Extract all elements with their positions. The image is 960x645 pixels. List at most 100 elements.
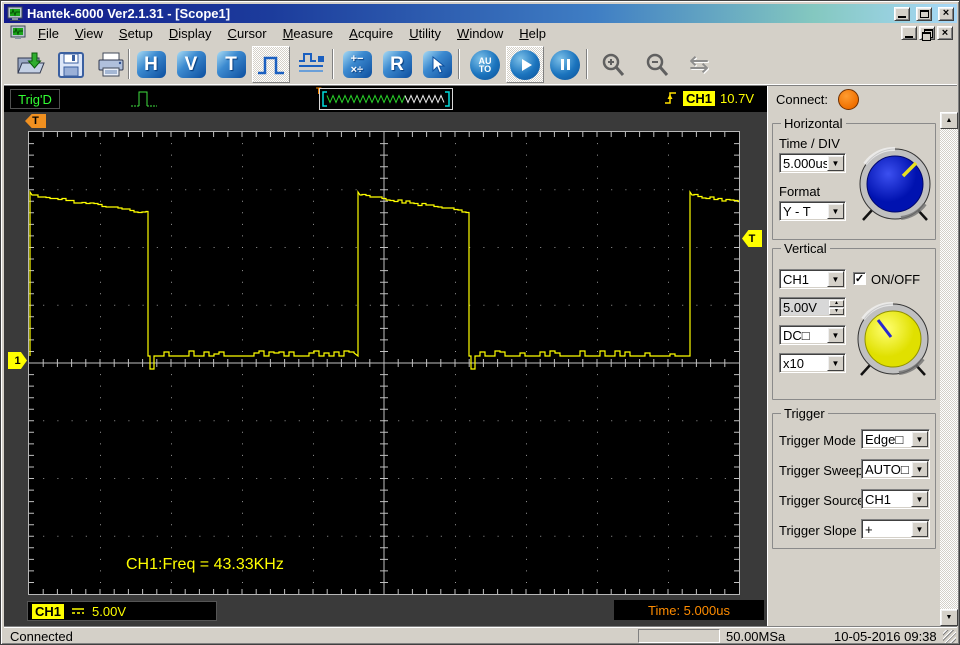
- volts-div-stepper[interactable]: 5.00V ▲▼: [779, 297, 846, 317]
- trigger-level-marker[interactable]: T: [742, 230, 762, 247]
- connect-label: Connect:: [776, 92, 828, 107]
- toolbar-separator: [586, 49, 588, 79]
- panel-scrollbar[interactable]: ▲ ▼: [940, 112, 958, 626]
- chevron-down-icon[interactable]: ▼: [911, 491, 928, 507]
- chevron-down-icon[interactable]: ▼: [827, 155, 844, 171]
- menu-measure[interactable]: Measure: [275, 24, 342, 43]
- trig-status-text: Trig'D: [18, 92, 52, 107]
- reference-button[interactable]: R: [378, 46, 416, 83]
- open-button[interactable]: [12, 46, 50, 83]
- math-icon: +−×÷: [343, 51, 372, 78]
- sample-rate: 50.00MSa: [726, 629, 785, 644]
- trigger-type-pulse-icon: [130, 88, 170, 110]
- mdi-restore-button[interactable]: [919, 26, 935, 40]
- menu-window[interactable]: Window: [449, 24, 511, 43]
- trig-status-box: Trig'D: [10, 89, 60, 109]
- resize-grip[interactable]: [943, 630, 956, 643]
- format-label: Format: [779, 184, 820, 199]
- trigger-level-value: 10.7V: [720, 91, 754, 106]
- probe-select[interactable]: x10 ▼: [779, 353, 846, 373]
- pause-button[interactable]: [546, 46, 584, 83]
- autoset-button[interactable]: AUTO: [466, 46, 504, 83]
- menu-acquire[interactable]: Acquire: [341, 24, 401, 43]
- timebase-readout: Time: 5.000us: [614, 600, 764, 620]
- zoom-out-button[interactable]: [638, 46, 676, 83]
- menu-utility[interactable]: Utility: [401, 24, 449, 43]
- menu-setup[interactable]: Setup: [111, 24, 161, 43]
- waveform-preview[interactable]: [319, 88, 453, 110]
- trigger-source-badge: CH1: [683, 91, 715, 106]
- title-bar: Hantek-6000 Ver2.1.31 - [Scope1] ×: [4, 4, 957, 23]
- toolbar-separator: [458, 49, 460, 79]
- mdi-close-button[interactable]: ×: [937, 26, 953, 40]
- multi-waveform-button[interactable]: [292, 46, 330, 83]
- trigger-source-select[interactable]: CH1 ▼: [861, 489, 930, 509]
- chevron-down-icon[interactable]: ▼: [911, 431, 928, 447]
- scroll-up-icon[interactable]: ▲: [940, 112, 958, 129]
- maximize-button[interactable]: [916, 7, 932, 21]
- chevron-down-icon[interactable]: ▼: [827, 327, 844, 343]
- menu-help[interactable]: Help: [511, 24, 554, 43]
- mdi-minimize-button[interactable]: [901, 26, 917, 40]
- horizontal-panel-button[interactable]: H: [132, 46, 170, 83]
- waveform-mode-button[interactable]: [252, 46, 290, 83]
- run-button[interactable]: [506, 46, 544, 83]
- auto-icon: AUTO: [470, 50, 500, 80]
- scope-grid: CH1:Freq = 43.33KHz: [28, 131, 740, 595]
- spin-down-icon[interactable]: ▼: [829, 308, 844, 315]
- scroll-down-icon[interactable]: ▼: [940, 609, 958, 626]
- chevron-down-icon[interactable]: ▼: [911, 521, 928, 537]
- chevron-down-icon[interactable]: ▼: [827, 355, 844, 371]
- trigger-panel-button[interactable]: T: [212, 46, 250, 83]
- channel-onoff-checkbox[interactable]: ✓: [853, 272, 866, 285]
- trigger-sweep-select[interactable]: AUTO□ ▼: [861, 459, 930, 479]
- datetime: 10-05-2016 09:38: [834, 629, 937, 644]
- trigger-readout: CH1 10.7V: [664, 89, 754, 107]
- cursor-measure-button[interactable]: [418, 46, 456, 83]
- mdi-child-icon[interactable]: [10, 25, 26, 41]
- multi-trace-icon: [296, 52, 326, 78]
- chevron-down-icon[interactable]: ▼: [827, 271, 844, 287]
- zoom-in-button[interactable]: [594, 46, 632, 83]
- chevron-down-icon[interactable]: ▼: [911, 461, 928, 477]
- coupling-select[interactable]: DC□ ▼: [779, 325, 846, 345]
- channel-select[interactable]: CH1 ▼: [779, 269, 846, 289]
- trigger-time-marker[interactable]: T: [25, 114, 46, 128]
- connect-pane: Connect:: [767, 86, 958, 112]
- spin-up-icon[interactable]: ▲: [829, 300, 844, 307]
- trigger-group: Trigger Trigger Mode Edge□ ▼ Trigger Swe…: [772, 413, 936, 549]
- time-div-select[interactable]: 5.000us ▼: [779, 153, 846, 173]
- swap-disabled-button: ⇆: [680, 46, 718, 83]
- pulse-icon: [256, 53, 286, 77]
- pause-icon: [550, 50, 580, 80]
- close-button[interactable]: ×: [938, 7, 954, 21]
- measurement-readout: CH1:Freq = 43.33KHz: [126, 556, 284, 574]
- menu-view[interactable]: View: [67, 24, 111, 43]
- save-button[interactable]: [52, 46, 90, 83]
- volts-knob[interactable]: [851, 299, 935, 383]
- edge-trigger-icon: [664, 89, 678, 107]
- format-select[interactable]: Y - T ▼: [779, 201, 846, 221]
- channel1-level-marker[interactable]: 1: [8, 352, 27, 369]
- menu-display[interactable]: Display: [161, 24, 220, 43]
- h-icon: H: [137, 51, 166, 78]
- menu-file[interactable]: File: [30, 24, 67, 43]
- timebase-knob[interactable]: [853, 144, 937, 228]
- trigger-slope-select[interactable]: + ▼: [861, 519, 930, 539]
- app-window: Hantek-6000 Ver2.1.31 - [Scope1] × File …: [0, 0, 960, 645]
- print-button[interactable]: [92, 46, 130, 83]
- minimize-button[interactable]: [894, 7, 910, 21]
- channel1-volts-div: 5.00V: [92, 604, 126, 619]
- time-div-label: Time / DIV: [779, 136, 840, 151]
- vertical-panel-button[interactable]: V: [172, 46, 210, 83]
- menu-cursor[interactable]: Cursor: [220, 24, 275, 43]
- math-button[interactable]: +−×÷: [338, 46, 376, 83]
- open-folder-icon: [17, 52, 45, 78]
- channel1-badge: CH1: [32, 604, 64, 619]
- chevron-down-icon[interactable]: ▼: [827, 203, 844, 219]
- trigger-sweep-label: Trigger Sweep: [779, 463, 863, 478]
- trigger-mode-select[interactable]: Edge□ ▼: [861, 429, 930, 449]
- toolbar-separator: [128, 49, 130, 79]
- toolbar-separator: [332, 49, 334, 79]
- zoom-in-icon: [600, 52, 626, 78]
